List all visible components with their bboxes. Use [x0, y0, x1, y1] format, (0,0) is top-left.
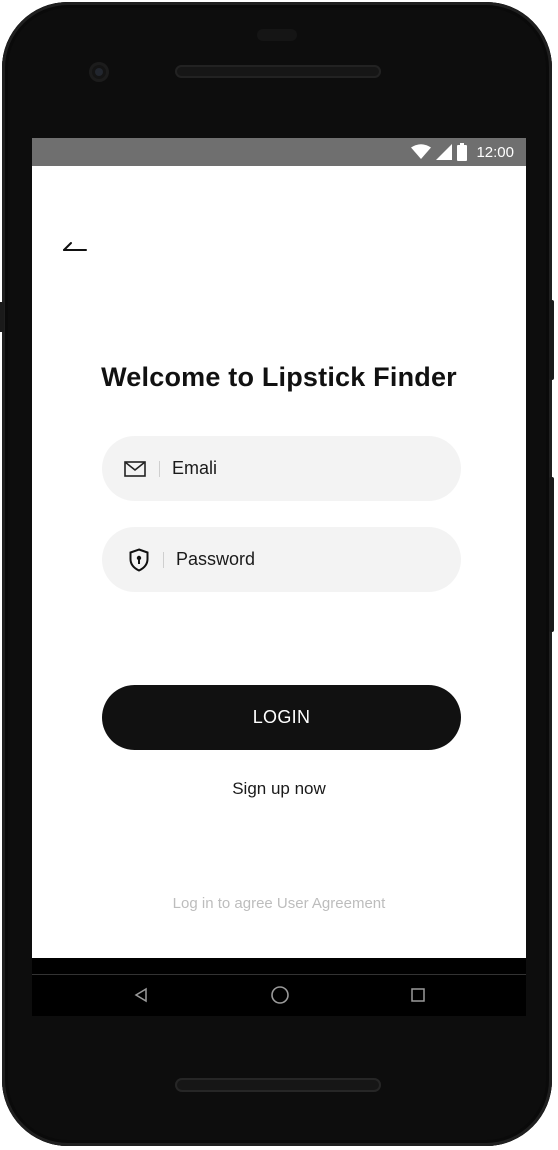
- field-divider: [163, 551, 164, 568]
- sim-tray: [0, 302, 4, 332]
- password-input[interactable]: [176, 549, 416, 570]
- front-camera: [89, 62, 109, 82]
- password-field[interactable]: [102, 527, 461, 592]
- system-nav-bar: [32, 958, 526, 1016]
- power-button: [549, 300, 554, 380]
- field-divider: [159, 460, 160, 477]
- page-title: Welcome to Lipstick Finder: [101, 362, 457, 392]
- status-time: 12:00: [476, 143, 514, 161]
- back-arrow-icon: [63, 242, 87, 251]
- home-circle-icon: [271, 986, 289, 1004]
- screen: 12:00 Welcome to Lipstick Finder Emali L…: [32, 138, 526, 1016]
- sensor: [257, 29, 297, 41]
- recents-square-icon: [411, 988, 425, 1002]
- shield-lock-icon: [127, 547, 151, 572]
- back-triangle-icon: [134, 987, 147, 1003]
- signup-link[interactable]: Sign up now: [32, 779, 526, 799]
- battery-icon: [457, 143, 468, 161]
- user-agreement-text: Log in to agree User Agreement: [172, 895, 386, 912]
- login-button[interactable]: LOGIN: [102, 685, 461, 750]
- nav-back-button[interactable]: [121, 975, 161, 1015]
- nav-home-button[interactable]: [260, 975, 300, 1015]
- cellular-signal-icon: [436, 144, 453, 160]
- top-speaker: [175, 65, 381, 78]
- volume-rocker: [549, 477, 554, 632]
- status-icons: 12:00: [411, 143, 514, 161]
- login-screen: Welcome to Lipstick Finder Emali LOGIN S…: [32, 166, 526, 958]
- back-button[interactable]: [58, 230, 92, 264]
- email-input[interactable]: [172, 458, 412, 479]
- status-bar: 12:00: [32, 138, 526, 166]
- bottom-speaker: [175, 1078, 381, 1092]
- wifi-icon: [411, 144, 432, 159]
- nav-recents-button[interactable]: [398, 975, 438, 1015]
- phone-frame: 12:00 Welcome to Lipstick Finder Emali L…: [0, 2, 554, 1146]
- mail-icon: [123, 457, 147, 481]
- email-field[interactable]: [102, 436, 461, 501]
